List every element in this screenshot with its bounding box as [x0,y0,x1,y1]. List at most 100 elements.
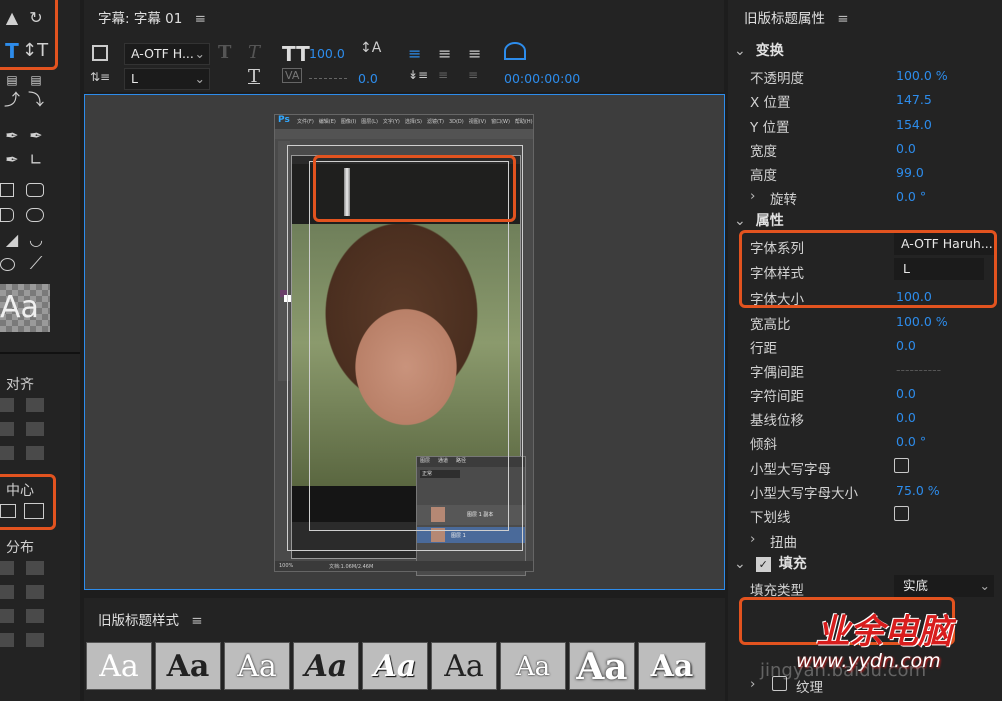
style-sample[interactable]: Aa [500,642,566,690]
distribute-icon[interactable] [0,585,14,599]
prop-tracking: 字符间距 0.0 [728,381,1002,405]
attributes-section[interactable]: ⌄ 属性 [734,210,784,230]
add-anchor-tool-icon[interactable]: ✒ [0,148,24,172]
prop-label: 小型大写字母大小 [750,486,858,502]
style-sample[interactable]: Aa [86,642,152,690]
prop-value[interactable]: 0.0 [896,410,916,425]
ps-doc-info: 文档:1.06M/2.46M [329,564,374,570]
align-icon[interactable] [0,398,14,412]
style-sample[interactable]: Aa [431,642,497,690]
style-sample[interactable]: Aa [569,642,635,690]
prop-rotation[interactable]: › 旋转 0.0 ° [728,184,1002,208]
path-type-tool-icon[interactable]: ⤴ [0,88,24,112]
font-family-dropdown[interactable]: A-OTF H... ⌄ [124,43,210,65]
font-style-dropdown[interactable]: L ⌄ [124,68,210,90]
style-sample[interactable]: Aa [362,642,428,690]
font-size-icon: TT [282,42,310,66]
ps-menu-item: 帮助(H) [514,119,533,125]
prop-value[interactable]: 0.0 [896,141,916,156]
small-caps-checkbox[interactable] [894,458,909,473]
prop-baseline: 基线位移 0.0 [728,405,1002,429]
fill-checkbox[interactable]: ✓ [755,557,771,572]
title-tool-icon[interactable] [92,45,108,61]
fill-type-dropdown[interactable]: 实底 ⌄ [894,575,994,597]
prop-value[interactable]: 100.0 % [896,68,948,83]
prop-width: 宽度 0.0 [728,136,1002,160]
prop-value[interactable]: 0.0 ° [896,434,926,449]
rounded-rect-tool-icon[interactable] [26,183,44,197]
align-center-icon[interactable]: ≡ [438,44,451,63]
prop-value[interactable]: 0.0 ° [896,189,926,204]
prop-value[interactable]: 0.0 [896,386,916,401]
arc-tool-icon[interactable]: ◡ [24,228,48,252]
panel-menu-icon[interactable]: ≡ [191,613,202,629]
convert-anchor-tool-icon[interactable]: ∟ [24,148,48,172]
align-icon[interactable] [0,446,14,460]
style-sample[interactable]: Aa [224,642,290,690]
style-sample[interactable]: Aa [638,642,706,690]
bold-icon[interactable]: T [218,42,231,63]
distribute-icon[interactable] [26,609,44,623]
rectangle-tool-icon[interactable] [0,183,14,197]
style-sample[interactable]: Aa [155,642,221,690]
transform-section[interactable]: ⌄ 变换 [734,40,784,60]
rounded-rect-2-tool-icon[interactable] [26,208,44,222]
prop-label: 高度 [750,168,777,184]
ps-menu-item: 图像(I) [340,119,357,125]
baseline-icon[interactable]: ⇅≡ [90,70,110,84]
font-family-value: A-OTF H... [131,46,194,61]
distribute-icon[interactable] [0,633,14,647]
align-left-icon[interactable]: ≡ [408,44,421,63]
prop-value[interactable]: 100.0 % [896,314,948,329]
align-right-icon[interactable]: ≡ [468,44,481,63]
line-tool-icon[interactable]: ⟋ [24,252,48,276]
kerning-value[interactable]: 0.0 [358,71,378,86]
prop-value: 实底 [903,578,929,593]
ps-statusbar: 100% 文档:1.06M/2.46M [275,561,533,571]
font-size-value[interactable]: 100.0 [309,46,345,61]
align-icon[interactable] [0,422,14,436]
fill-section[interactable]: ⌄ ✓ 填充 [734,553,807,573]
vertical-path-type-tool-icon[interactable]: ⤵ [24,88,48,112]
align-icon[interactable] [26,422,44,436]
prop-distort[interactable]: › 扭曲 [728,527,1002,551]
distribute-icon[interactable] [0,561,14,575]
ellipse-tool-icon[interactable] [0,258,15,271]
underline-checkbox[interactable] [894,506,909,521]
align-icon[interactable] [26,398,44,412]
distribute-icon[interactable] [26,633,44,647]
transform-label: 变换 [755,43,784,59]
style-sample[interactable]: Aa [293,642,359,690]
prop-value[interactable]: 99.0 [896,165,924,180]
distribute-icon[interactable] [0,609,14,623]
delete-anchor-tool-icon[interactable]: ✒ [24,124,48,148]
distribute-icon[interactable] [26,585,44,599]
align-icon[interactable] [26,446,44,460]
distribute-icon[interactable] [26,561,44,575]
ps-menu-item: 编辑(E) [318,119,336,125]
ps-menu-item: 选择(S) [404,119,422,125]
attributes-label: 属性 [755,213,784,229]
prop-value[interactable]: 154.0 [896,117,932,132]
prop-slant: 倾斜 0.0 ° [728,429,1002,453]
underline-icon[interactable]: T [248,66,260,87]
prop-label: 小型大写字母 [750,462,831,478]
pen-tool-icon[interactable]: ✒ [0,124,24,148]
prop-label: 宽度 [750,144,777,160]
wedge-tool-icon[interactable]: ◢ [0,228,24,252]
prop-label: 行距 [750,341,777,357]
clipped-rect-tool-icon[interactable] [0,208,14,222]
tab-stops-icon[interactable]: ↡≡ [408,68,428,82]
distribute-label: 分布 [6,540,34,556]
timecode[interactable]: 00:00:00:00 [504,71,580,86]
prop-value: ---------- [896,362,942,377]
show-video-icon[interactable] [504,42,526,60]
ps-menu-item: 3D(D) [448,119,464,125]
prop-value[interactable]: 0.0 [896,338,916,353]
panel-menu-icon[interactable]: ≡ [837,11,848,27]
prop-value[interactable]: 147.5 [896,92,932,107]
prop-value[interactable]: 75.0 % [896,483,940,498]
italic-icon[interactable]: T [248,42,260,63]
panel-menu-icon[interactable]: ≡ [195,11,206,27]
prop-leading: 行距 0.0 [728,333,1002,357]
